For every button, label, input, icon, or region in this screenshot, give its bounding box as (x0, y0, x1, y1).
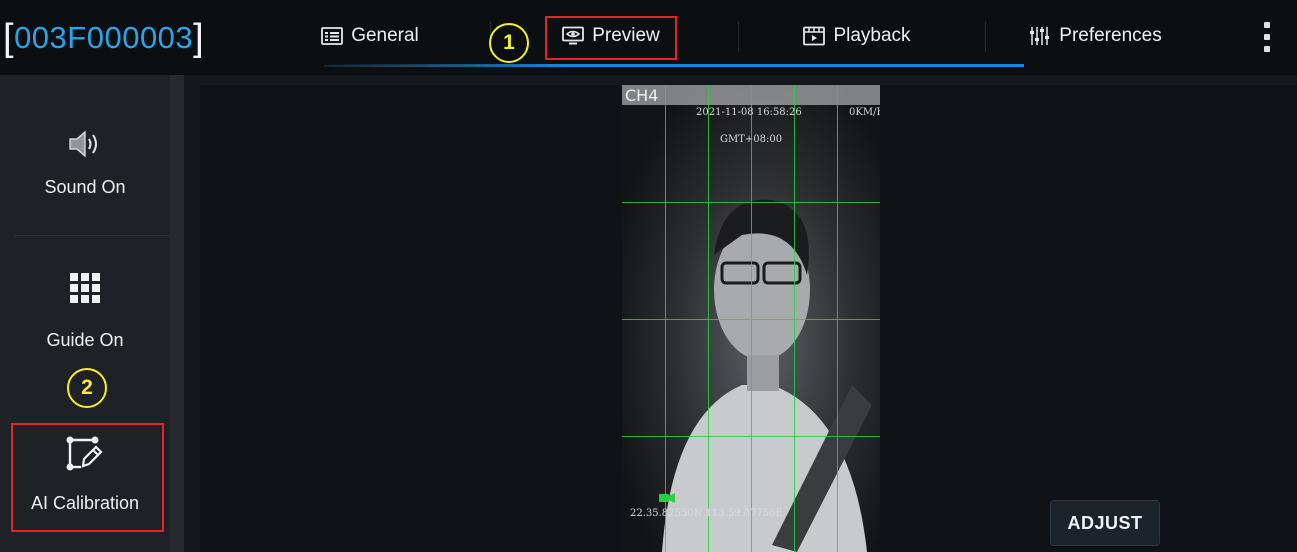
tab-preferences[interactable]: Preferences (1008, 14, 1183, 58)
guide-line (622, 319, 880, 320)
tab-divider (738, 22, 739, 52)
guide-line (622, 202, 880, 203)
active-tab-indicator (324, 64, 1024, 67)
more-menu-icon[interactable] (1258, 22, 1276, 52)
grid-icon (70, 273, 100, 308)
list-icon (321, 26, 344, 46)
device-id-bracket-close: ] (193, 17, 205, 59)
tab-divider (985, 22, 986, 52)
device-id-bracket-open: [ (3, 17, 15, 59)
camera-icon (659, 490, 675, 508)
sidebar-divider (14, 235, 170, 236)
device-id: [ 003F000003 ] (3, 14, 215, 62)
tab-playback-label: Playback (833, 25, 911, 46)
sound-toggle-label: Sound On (44, 177, 126, 197)
video-timestamp: 2021-11-08 16:58:26 (696, 107, 802, 118)
camera-feed[interactable]: CH4 2021-11-08 16:58:26 0KM/H GMT+08:00 … (622, 85, 880, 552)
sliders-icon (1029, 26, 1051, 46)
video-timezone: GMT+08:00 (720, 134, 783, 145)
guide-line (622, 436, 880, 437)
tab-general[interactable]: General (315, 14, 425, 58)
sound-toggle-button[interactable]: Sound On (0, 130, 170, 198)
callout-2: 2 (67, 368, 107, 408)
channel-label: CH4 (625, 86, 659, 105)
callout-1: 1 (489, 23, 529, 63)
ai-calibration-highlight-box (11, 423, 164, 532)
preview-highlight-box (545, 16, 677, 60)
sidebar-rail (170, 75, 184, 552)
adjust-button[interactable]: ADJUST (1050, 500, 1160, 546)
guide-toggle-button[interactable]: Guide On (0, 273, 170, 351)
video-speed: 0KM/H (849, 107, 880, 118)
speaker-icon (68, 130, 102, 163)
tab-playback[interactable]: Playback (797, 14, 917, 58)
main-tabs: General Preview Playback Preferences (290, 0, 1230, 75)
playback-icon (803, 26, 826, 46)
tab-general-label: General (351, 25, 419, 46)
video-gps: 22.35.82550N 113.59.87756E (630, 508, 783, 519)
device-id-value: 003F000003 (14, 20, 194, 55)
guide-toggle-label: Guide On (46, 330, 124, 350)
tab-preferences-label: Preferences (1059, 25, 1162, 46)
